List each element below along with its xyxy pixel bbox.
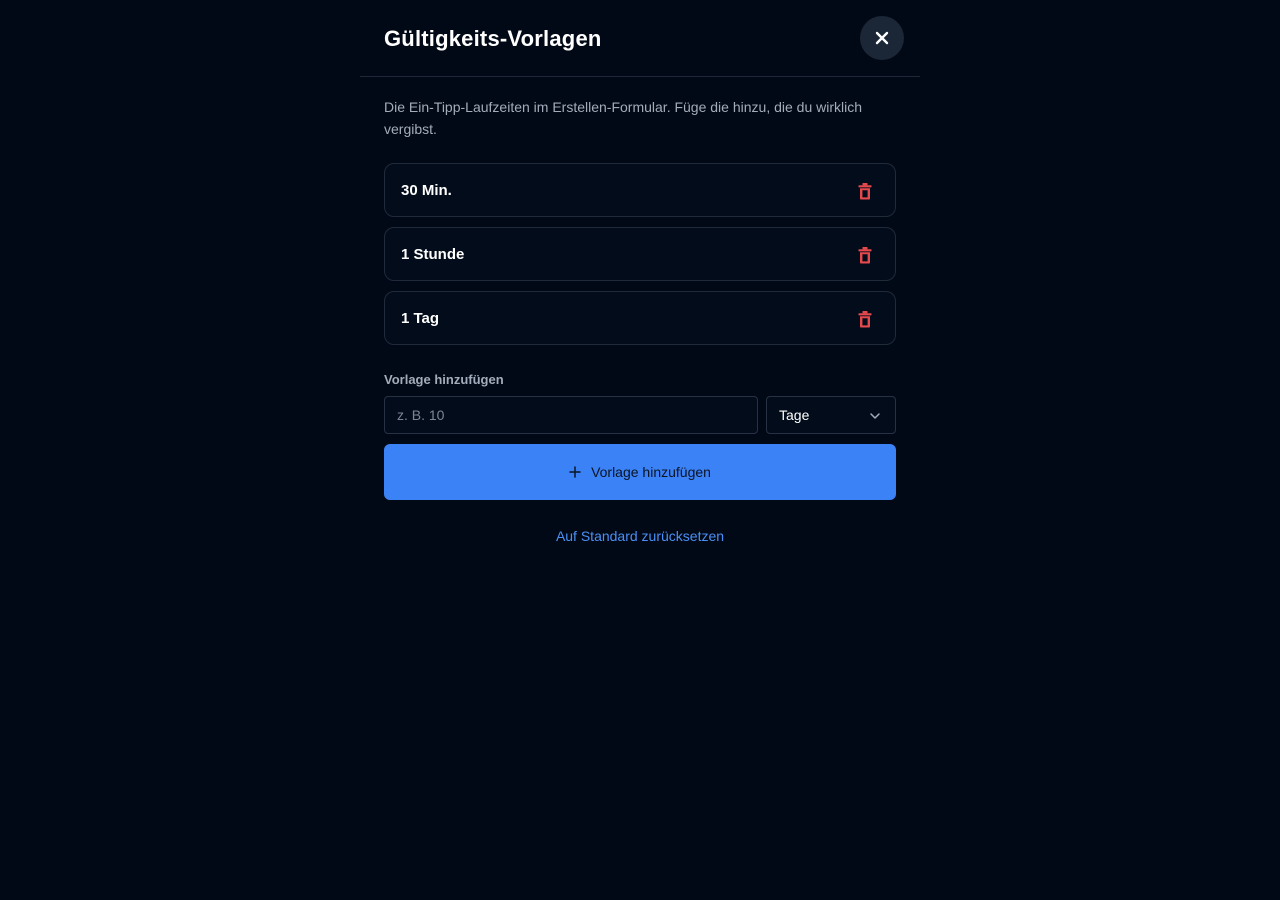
template-item: 1 Stunde [384,227,896,281]
template-label: 1 Tag [401,309,440,327]
close-button[interactable] [860,16,904,60]
template-label: 1 Stunde [401,245,465,263]
template-item: 30 Min. [384,163,896,217]
reset-to-default-link[interactable]: Auf Standard zurücksetzen [384,526,896,546]
delete-template-button[interactable] [855,181,875,201]
add-template-button-label: Vorlage hinzufügen [591,464,711,480]
delete-template-button[interactable] [855,245,875,265]
unit-select[interactable]: Tage [766,396,896,434]
unit-select-value: Tage [779,407,810,423]
chevron-down-icon [870,413,880,419]
dialog-header: Gültigkeits-Vorlagen [360,0,920,77]
plus-icon [569,466,581,478]
dialog-description: Die Ein-Tipp-Laufzeiten im Erstellen-For… [384,99,863,137]
dialog-title: Gültigkeits-Vorlagen [384,26,602,51]
add-template-button[interactable]: Vorlage hinzufügen [384,444,896,500]
delete-template-button[interactable] [855,309,875,329]
add-template-section-label: Vorlage hinzufügen [384,372,504,387]
amount-input[interactable] [384,396,758,434]
close-icon [875,31,889,45]
trash-icon [858,246,872,263]
template-list: 30 Min. 1 Stunde 1 Tag [384,163,896,355]
templates-dialog: Gültigkeits-Vorlagen Die Ein-Tipp-Laufze… [360,0,920,900]
trash-icon [858,310,872,327]
trash-icon [858,182,872,199]
template-item: 1 Tag [384,291,896,345]
template-label: 30 Min. [401,181,452,199]
